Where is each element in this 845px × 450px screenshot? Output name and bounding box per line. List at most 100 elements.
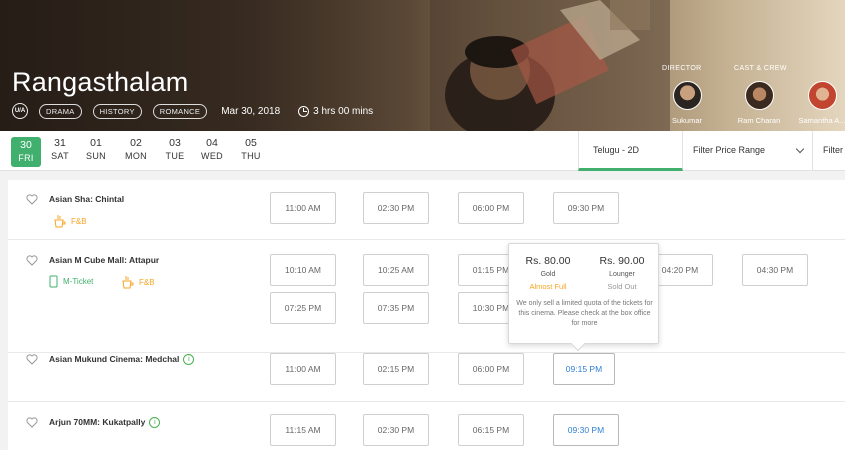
tooltip-note: We only sell a limited quota of the tick…	[516, 300, 653, 327]
seat-class-gold: Rs. 80.00 Gold Almost Full	[518, 255, 578, 291]
showtime-button[interactable]: 10:10 AM	[270, 254, 336, 286]
showtime-button[interactable]: 02:30 PM	[363, 414, 429, 446]
crew-name: Samantha A...	[798, 116, 845, 125]
date-selector-bar: 30 FRI 31 SAT 01 SUN 02 MON 03 TUE 04 WE…	[0, 131, 845, 171]
price-filter-label: Filter Price Range	[693, 145, 766, 155]
showtime-button[interactable]: 06:15 PM	[458, 414, 524, 446]
crew-name: Sukumar	[671, 116, 702, 125]
venue-name[interactable]: Arjun 70MM: Kukatpally	[49, 417, 145, 427]
showtime-button[interactable]: 11:15 AM	[270, 414, 336, 446]
chevron-down-icon	[795, 144, 805, 154]
fnb-tag: F&B	[121, 275, 155, 289]
mobile-icon	[49, 275, 58, 288]
date-tab[interactable]: 03 TUE	[160, 137, 190, 167]
mticket-tag: M-Ticket	[49, 275, 93, 288]
date-tab-active[interactable]: 30 FRI	[11, 137, 41, 167]
venue-name[interactable]: Asian Sha: Chintal	[49, 194, 124, 204]
date-day: 03	[169, 137, 181, 149]
avatar	[744, 81, 774, 110]
avatar	[807, 81, 837, 110]
seat-class-name: Lounger	[609, 271, 635, 278]
showtime-button[interactable]: 11:00 AM	[270, 192, 336, 224]
clock-icon	[298, 105, 310, 117]
seat-price: Rs. 90.00	[599, 255, 645, 267]
price-tooltip: Rs. 80.00 Gold Almost Full Rs. 90.00 Lou…	[508, 243, 659, 352]
showtime-button[interactable]: 04:30 PM	[742, 254, 808, 286]
venue-row: Asian M Cube Mall: Attapur M-Ticket F&B …	[8, 241, 845, 353]
crew-member-cast[interactable]: Ram Charan	[729, 81, 789, 125]
info-icon[interactable]: i	[183, 354, 195, 366]
crew-name: Ram Charan	[737, 116, 781, 125]
venue-row: Arjun 70MM: Kukatpally i 11:15 AM 02:30 P…	[8, 403, 845, 450]
showtime-button[interactable]: 11:00 AM	[270, 353, 336, 385]
showtime-button-available[interactable]: 09:30 PM	[553, 414, 619, 446]
date-day: 30	[20, 139, 32, 151]
showtime-button[interactable]: 10:25 AM	[363, 254, 429, 286]
date-tab[interactable]: 31 SAT	[45, 137, 75, 167]
movie-banner: Rangasthalam U/A DRAMA HISTORY ROMANCE M…	[0, 0, 845, 131]
availability-status: Almost Full	[529, 282, 567, 291]
showtime-button-available[interactable]: 09:15 PM	[553, 353, 615, 385]
venue-row: Asian Sha: Chintal F&B 11:00 AM 02:30 PM…	[8, 180, 845, 240]
genre-tag: ROMANCE	[152, 103, 208, 119]
language-format-tab[interactable]: Telugu - 2D	[578, 131, 683, 171]
genre-tag: HISTORY	[92, 103, 142, 119]
director-heading: DIRECTOR	[662, 65, 702, 72]
showtime-button[interactable]: 06:00 PM	[458, 353, 524, 385]
crew-member-cast[interactable]: Samantha A...	[792, 81, 845, 125]
fnb-label: F&B	[139, 277, 155, 287]
food-icon	[54, 215, 66, 228]
heart-icon[interactable]	[26, 194, 38, 205]
movie-title: Rangasthalam	[12, 67, 189, 97]
venue-name-row: Asian Mukund Cinema: Medchal i	[49, 354, 195, 366]
price-filter-dropdown[interactable]: Filter Price Range	[684, 131, 813, 171]
heart-icon[interactable]	[26, 417, 38, 428]
date-day: 01	[90, 137, 102, 149]
date-tab[interactable]: 04 WED	[197, 137, 227, 167]
date-weekday: SAT	[51, 151, 69, 161]
crew-member-director[interactable]: Sukumar	[657, 81, 717, 125]
heart-icon[interactable]	[26, 255, 38, 266]
release-date: Mar 30, 2018	[221, 105, 281, 117]
date-day: 31	[54, 137, 66, 149]
date-day: 05	[245, 137, 257, 149]
avatar	[672, 81, 702, 110]
genre-tag: DRAMA	[39, 103, 82, 119]
showtime-button[interactable]: 06:00 PM	[458, 192, 524, 224]
date-tab[interactable]: 05 THU	[236, 137, 266, 167]
seat-price: Rs. 80.00	[525, 255, 571, 267]
date-weekday: SUN	[86, 151, 106, 161]
fnb-tag: F&B	[53, 214, 87, 228]
fnb-label: F&B	[71, 216, 87, 226]
info-icon[interactable]: i	[149, 417, 161, 429]
date-weekday: FRI	[18, 153, 34, 163]
date-day: 02	[130, 137, 142, 149]
date-tab[interactable]: 01 SUN	[81, 137, 111, 167]
showtime-button[interactable]: 07:25 PM	[270, 292, 336, 324]
cast-heading: CAST & CREW	[734, 65, 787, 72]
date-day: 04	[206, 137, 218, 149]
heart-icon[interactable]	[26, 354, 38, 365]
showtime-button[interactable]: 02:15 PM	[363, 353, 429, 385]
movie-meta: U/A DRAMA HISTORY ROMANCE Mar 30, 2018 3…	[12, 103, 373, 119]
seat-class-name: Gold	[540, 271, 556, 278]
venue-name[interactable]: Asian M Cube Mall: Attapur	[49, 255, 159, 265]
showtime-button[interactable]: 09:30 PM	[553, 192, 619, 224]
date-weekday: THU	[241, 151, 261, 161]
mticket-label: M-Ticket	[63, 277, 94, 286]
certificate-badge: U/A	[12, 103, 28, 119]
duration: 3 hrs 00 mins	[313, 105, 374, 117]
availability-status: Sold Out	[607, 282, 637, 291]
venue-list: Asian Sha: Chintal F&B 11:00 AM 02:30 PM…	[8, 180, 845, 450]
showtime-button[interactable]: 07:35 PM	[363, 292, 429, 324]
date-weekday: TUE	[165, 151, 185, 161]
more-filter-dropdown[interactable]: Filter	[814, 131, 845, 171]
venue-name[interactable]: Asian Mukund Cinema: Medchal	[49, 354, 179, 364]
venue-name-row: Arjun 70MM: Kukatpally i	[49, 417, 161, 429]
date-weekday: MON	[125, 151, 147, 161]
food-icon	[122, 276, 134, 289]
date-weekday: WED	[201, 151, 223, 161]
seat-class-lounger: Rs. 90.00 Lounger Sold Out	[592, 255, 652, 291]
date-tab[interactable]: 02 MON	[121, 137, 151, 167]
showtime-button[interactable]: 02:30 PM	[363, 192, 429, 224]
